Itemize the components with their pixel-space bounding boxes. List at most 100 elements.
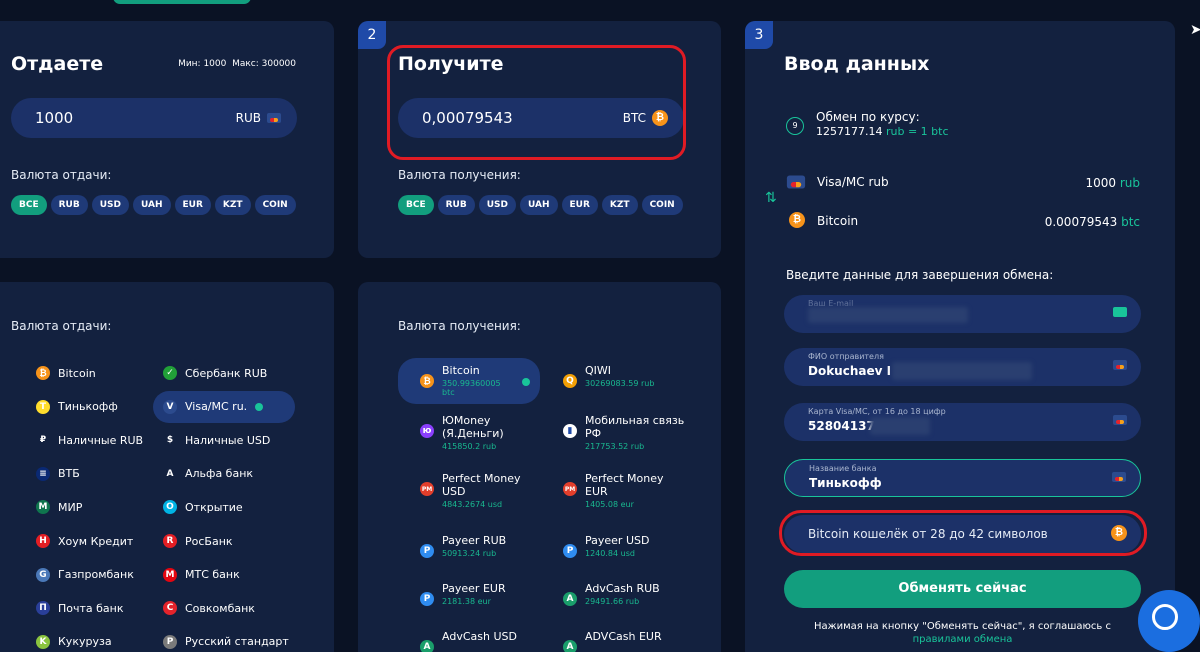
give-list-item[interactable]: R РосБанк xyxy=(153,525,233,557)
bitcoin-icon: ₿ xyxy=(789,212,805,228)
details-prompt: Введите данные для завершения обмена: xyxy=(786,268,1054,282)
currency-icon: ✓ xyxy=(163,366,177,380)
rate-line: 1257177.14 rub = 1 btc xyxy=(816,125,949,138)
exchange-now-button[interactable]: Обменять сейчас xyxy=(784,570,1141,608)
give-list-item[interactable]: O Открытие xyxy=(153,491,243,523)
receive-list-item[interactable]: P Payeer EUR 2181.38 eur xyxy=(398,576,506,606)
card-value-blurred xyxy=(870,417,930,435)
give-chips-label: Валюта отдачи: xyxy=(11,168,112,182)
email-value-blurred xyxy=(808,307,968,323)
receive-list-item[interactable]: ▮ Мобильная связь РФ 217753.52 rub xyxy=(541,408,684,451)
currency-name: Открытие xyxy=(185,500,243,514)
give-list-item[interactable]: ≡ ВТБ xyxy=(26,458,80,490)
bank-label: Название банка xyxy=(809,464,877,473)
currency-name: Русский стандарт xyxy=(185,635,289,649)
receive-list-item[interactable]: P Payeer RUB 50913.24 rub xyxy=(398,528,506,558)
receive-list-label: Валюта получения: xyxy=(398,319,521,333)
give-list-item[interactable]: H Хоум Кредит xyxy=(26,525,133,557)
give-chip-uah[interactable]: UAH xyxy=(133,195,171,215)
currency-icon: PM xyxy=(563,482,577,496)
receive-list-item[interactable]: A AdvCash RUB 29491.66 rub xyxy=(541,576,660,606)
rate-suffix: rub = 1 btc xyxy=(885,125,949,138)
currency-reserve: 350.99360005 btc xyxy=(442,379,501,397)
receive-list-item[interactable]: Q QIWI 30269083.59 rub xyxy=(541,358,654,388)
currency-icon: V xyxy=(163,399,177,414)
rules-link[interactable]: правилами обмена xyxy=(913,634,1013,645)
currency-icon: M xyxy=(36,500,50,515)
give-chip-usd[interactable]: USD xyxy=(91,195,129,215)
give-list-item[interactable]: П Почта банк xyxy=(26,592,124,624)
step-3-badge: 3 xyxy=(745,21,773,49)
give-list-item[interactable]: $ Наличные USD xyxy=(153,424,270,456)
currency-icon: P xyxy=(563,544,577,558)
currency-name: Payeer EUR xyxy=(442,582,506,595)
give-chip-all[interactable]: ВСЕ xyxy=(11,195,47,215)
receive-chip-coin[interactable]: COIN xyxy=(641,195,683,215)
receive-list-item[interactable]: A ADVCash EUR xyxy=(541,624,662,652)
give-chips: ВСЕ RUB USD UAH EUR KZT COIN xyxy=(11,195,296,215)
currency-name: Наличные RUB xyxy=(58,433,144,447)
receive-chip-uah[interactable]: UAH xyxy=(520,195,558,215)
give-list-item[interactable]: M МИР xyxy=(26,491,82,523)
receive-list-item[interactable]: ₿ Bitcoin 350.99360005 btc xyxy=(398,358,540,404)
receive-list-item[interactable]: ю ЮMoney (Я.Деньги) 415850.2 rub xyxy=(398,408,504,451)
receive-list-item[interactable]: P Payeer USD 1240.84 usd xyxy=(541,528,649,558)
currency-text: ЮMoney (Я.Деньги) 415850.2 rub xyxy=(442,414,504,451)
visa-mc-icon xyxy=(267,113,281,123)
currency-name: ЮMoney (Я.Деньги) xyxy=(442,414,504,440)
currency-icon: M xyxy=(163,567,177,582)
give-chip-rub[interactable]: RUB xyxy=(50,195,88,215)
give-list-item[interactable]: V Visa/MC ru. xyxy=(153,390,295,423)
currency-name: Тинькофф xyxy=(58,400,118,414)
currency-icon: P xyxy=(420,544,434,558)
give-list-item[interactable]: M МТС банк xyxy=(153,559,240,591)
give-list-item[interactable]: ₽ Наличные RUB xyxy=(26,424,143,456)
currency-text: Payeer EUR 2181.38 eur xyxy=(442,582,506,606)
give-list-item[interactable]: ₿ Bitcoin xyxy=(26,357,96,389)
give-list-item[interactable]: Р Русский стандарт xyxy=(153,626,289,652)
chat-widget-button[interactable] xyxy=(1138,590,1200,652)
currency-reserve: 2181.38 eur xyxy=(442,597,491,606)
give-amount-field[interactable]: 1000 RUB xyxy=(11,98,297,138)
give-list-item[interactable]: T Тинькофф xyxy=(26,391,118,423)
give-list-item[interactable]: K Кукуруза xyxy=(26,626,112,652)
receive-chips: ВСЕ RUB USD UAH EUR KZT COIN xyxy=(398,195,683,215)
currency-reserve: 415850.2 rub xyxy=(442,442,497,451)
top-tab-remnant xyxy=(113,0,251,4)
currency-name: Visa/MC ru. xyxy=(185,400,248,414)
give-list-item[interactable]: G Газпромбанк xyxy=(26,559,134,591)
summary-from-name: Visa/MC rub xyxy=(817,175,889,189)
give-list-item[interactable]: C Совкомбанк xyxy=(153,592,255,624)
currency-name: Наличные USD xyxy=(185,433,271,447)
card-number-field[interactable]: Карта Visa/MC, от 16 до 18 цифр 52804137 xyxy=(784,403,1141,441)
visa-mc-icon xyxy=(1113,415,1127,425)
receive-chip-rub[interactable]: RUB xyxy=(437,195,475,215)
receive-chip-kzt[interactable]: KZT xyxy=(601,195,638,215)
give-chip-eur[interactable]: EUR xyxy=(174,195,211,215)
rate-value: 1257177.14 xyxy=(816,125,883,138)
receive-list-item[interactable]: PM Perfect Money USD 4843.2674 usd xyxy=(398,466,521,509)
email-field[interactable]: Ваш E-mail xyxy=(784,295,1141,333)
agreement-sentence: Нажимая на кнопку "Обменять сейчас", я с… xyxy=(813,621,1111,632)
currency-text: Payeer USD 1240.84 usd xyxy=(585,534,649,558)
currency-reserve: 1405.08 eur xyxy=(585,500,634,509)
receive-list-item[interactable]: A AdvCash USD xyxy=(398,624,517,652)
chat-bubble-icon xyxy=(1152,604,1178,630)
receive-list-item[interactable]: PM Perfect Money EUR 1405.08 eur xyxy=(541,466,664,509)
sender-name-field[interactable]: ФИО отправителя Dokuchaev I xyxy=(784,348,1141,386)
rate-icon: 9 xyxy=(786,117,804,135)
give-list-item[interactable]: ✓ Сбербанк RUB xyxy=(153,357,267,389)
receive-chip-all[interactable]: ВСЕ xyxy=(398,195,434,215)
currency-name: Payeer RUB xyxy=(442,534,507,547)
currency-text: Bitcoin 350.99360005 btc xyxy=(442,364,514,397)
receive-highlight-ring xyxy=(387,45,686,160)
give-chip-kzt[interactable]: KZT xyxy=(214,195,251,215)
bank-name-field[interactable]: Название банка Тинькофф xyxy=(784,459,1141,497)
currency-icon: A xyxy=(563,640,577,652)
selected-indicator xyxy=(255,402,264,411)
receive-chip-eur[interactable]: EUR xyxy=(561,195,598,215)
give-list-item[interactable]: A Альфа банк xyxy=(153,458,254,490)
currency-icon: O xyxy=(163,500,177,515)
receive-chip-usd[interactable]: USD xyxy=(478,195,516,215)
give-chip-coin[interactable]: COIN xyxy=(254,195,296,215)
